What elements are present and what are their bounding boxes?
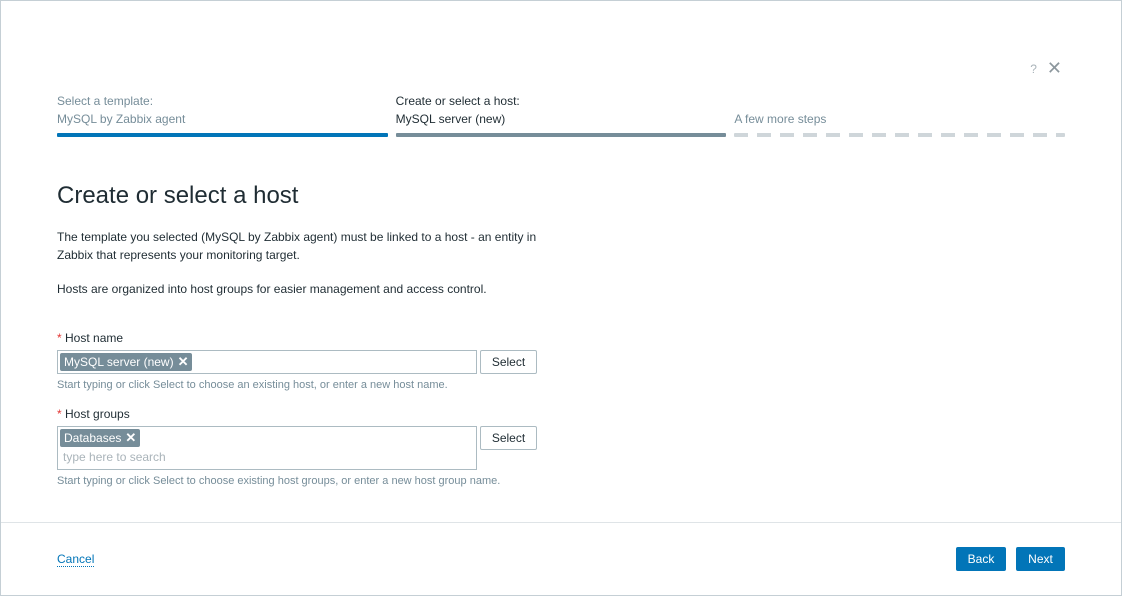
- step-bar: [734, 133, 1066, 137]
- remove-icon[interactable]: ✕: [125, 430, 136, 446]
- step-bar: [395, 133, 727, 137]
- step-title: Select a template:: [57, 94, 154, 108]
- intro-text: The template you selected (MySQL by Zabb…: [57, 230, 537, 262]
- step-title: Create or select a host:: [395, 94, 520, 108]
- search-placeholder[interactable]: type here to search: [58, 449, 476, 465]
- host-name-input[interactable]: MySQL server (new) ✕: [57, 350, 477, 374]
- progress-steps: Select a template: MySQL by Zabbix agent…: [57, 92, 1066, 137]
- host-groups-label: * Host groups: [57, 407, 130, 421]
- host-groups-input[interactable]: Databases ✕ type here to search: [57, 426, 477, 470]
- back-button[interactable]: Back: [956, 547, 1006, 571]
- next-button[interactable]: Next: [1016, 547, 1065, 571]
- step-bar: [57, 133, 388, 137]
- step-title: A few more steps: [734, 112, 827, 126]
- step-create-host: Create or select a host: MySQL server (n…: [395, 92, 727, 137]
- host-name-label: * Host name: [57, 331, 124, 345]
- step-more: A few more steps: [734, 92, 1066, 137]
- help-icon[interactable]: ?: [1030, 62, 1037, 76]
- step-value: MySQL by Zabbix agent: [57, 112, 186, 126]
- host-name-hint: Start typing or click Select to choose a…: [57, 379, 448, 391]
- group-select-button[interactable]: Select: [480, 426, 537, 450]
- remove-icon[interactable]: ✕: [178, 354, 189, 370]
- page-title: Create or select a host: [57, 182, 299, 209]
- footer-divider: [1, 522, 1121, 523]
- step-value: MySQL server (new): [395, 112, 506, 126]
- host-select-button[interactable]: Select: [480, 350, 537, 374]
- wizard-dialog: [0, 0, 1122, 596]
- intro-text-2: Hosts are organized into host groups for…: [57, 282, 487, 296]
- host-chip: MySQL server (new) ✕: [60, 353, 193, 371]
- step-select-template: Select a template: MySQL by Zabbix agent: [57, 92, 388, 137]
- close-icon[interactable]: ✕: [1047, 58, 1062, 79]
- group-chip: Databases ✕: [60, 429, 141, 447]
- cancel-link[interactable]: Cancel: [57, 552, 95, 567]
- host-groups-hint: Start typing or click Select to choose e…: [57, 475, 501, 487]
